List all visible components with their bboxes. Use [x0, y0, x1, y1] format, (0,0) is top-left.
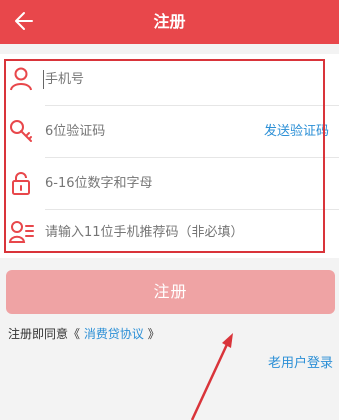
- bracket-close: 》: [147, 327, 160, 341]
- agreement-link[interactable]: 消费贷协议: [84, 327, 144, 341]
- password-row: [0, 158, 339, 209]
- page-title: 注册: [153, 12, 186, 31]
- agreement-prefix: 注册即同意: [8, 327, 69, 341]
- referrer-icon: [8, 221, 34, 243]
- bracket-open: 《: [68, 327, 81, 341]
- key-icon: [10, 120, 32, 142]
- verification-code-input[interactable]: [45, 106, 225, 157]
- agreement-text: 注册即同意《 消费贷协议 》: [8, 325, 160, 342]
- title-bar: 注册: [0, 0, 339, 44]
- text-cursor: [43, 70, 44, 89]
- lock-icon: [12, 172, 30, 195]
- phone-row: [0, 54, 339, 105]
- old-user-login-link[interactable]: 老用户登录: [268, 352, 333, 371]
- phone-input[interactable]: [45, 54, 245, 105]
- referrer-row: [0, 207, 339, 258]
- password-input[interactable]: [45, 158, 245, 209]
- register-button[interactable]: 注册: [6, 270, 335, 314]
- user-icon: [10, 67, 32, 91]
- referrer-code-input[interactable]: [45, 207, 325, 258]
- code-row: 发送验证码: [0, 106, 339, 157]
- send-code-button[interactable]: 发送验证码: [264, 106, 329, 157]
- register-form: 发送验证码: [0, 54, 339, 258]
